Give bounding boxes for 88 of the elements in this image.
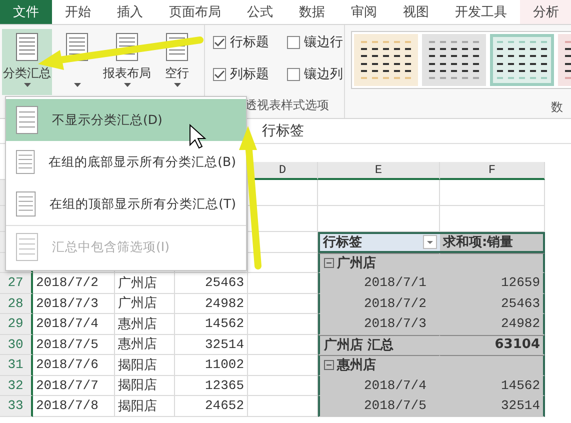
check-icon: [214, 38, 225, 46]
ribbon-tab[interactable]: 开发工具: [442, 0, 520, 24]
checkbox-option[interactable]: 镶边列: [287, 65, 347, 83]
collapse-toggle-icon[interactable]: [324, 360, 334, 370]
menu-item[interactable]: 不显示分类汇总(D): [6, 99, 246, 141]
table-cell: [248, 206, 318, 232]
ribbon-tab[interactable]: 插入: [104, 0, 156, 24]
caret-icon: [24, 83, 30, 87]
row-header[interactable]: 32: [0, 376, 33, 396]
column-header[interactable]: F: [440, 162, 545, 180]
table-cell: 12365: [175, 376, 248, 396]
pivot-header-label: 行标签: [323, 234, 362, 252]
ribbon-tab[interactable]: 审阅: [338, 0, 390, 24]
table-cell: 11002: [175, 355, 248, 376]
table-cell: 揭阳店: [115, 376, 175, 396]
caret-icon: [174, 83, 180, 87]
table-cell: [248, 180, 318, 206]
pivot-cell: 2018/7/2: [318, 294, 440, 314]
pointer-icon: [190, 124, 206, 149]
ribbon-button[interactable]: 报表布局: [102, 29, 152, 95]
caret-icon: [74, 83, 80, 87]
table-cell: 24982: [175, 294, 248, 314]
menu-item[interactable]: 在组的顶部显示所有分类汇总(T): [6, 183, 246, 225]
table-icon: [16, 106, 38, 134]
row-header[interactable]: 33: [0, 396, 33, 416]
checkbox-option[interactable]: 镶边行: [287, 33, 347, 51]
formula-bar-value: 行标签: [262, 122, 304, 140]
ribbon-tab[interactable]: 公式: [234, 0, 286, 24]
pivot-cell: 12659: [440, 273, 545, 294]
ribbon-button[interactable]: 分类汇总: [2, 29, 52, 95]
table-cell: 2018/7/7: [33, 376, 115, 396]
style-thumbnail[interactable]: [490, 34, 554, 86]
checkbox-option[interactable]: 列标题: [213, 65, 287, 83]
pivot-cell: 2018/7/4: [318, 376, 440, 396]
pivot-cell: 广州店 汇总: [318, 334, 440, 355]
table-icon: [16, 148, 35, 176]
pivot-cell: 2018/7/1: [318, 273, 440, 294]
row-header[interactable]: 27: [0, 273, 33, 294]
table-cell: 2018/7/6: [33, 355, 115, 376]
table-cell: 广州店: [115, 294, 175, 314]
table-cell: 广州店: [115, 273, 175, 294]
column-header[interactable]: E: [318, 162, 440, 180]
ribbon-tab[interactable]: 开始: [52, 0, 104, 24]
table-cell: 25463: [175, 273, 248, 294]
row-header[interactable]: 31: [0, 355, 33, 376]
table-cell: 2018/7/3: [33, 294, 115, 314]
pivot-header-cell: 求和项:销量: [440, 232, 545, 252]
pivot-cell: 2018/7/3: [318, 314, 440, 334]
row-header[interactable]: 30: [0, 334, 33, 355]
pivot-cell: 63104: [440, 334, 545, 355]
table-cell: 14562: [175, 314, 248, 334]
table-cell: 2018/7/5: [33, 334, 115, 355]
caret-icon: [124, 83, 130, 87]
ribbon-tab[interactable]: 文件: [0, 0, 52, 24]
table-cell: 揭阳店: [115, 355, 175, 376]
table-cell: 2018/7/2: [33, 273, 115, 294]
pivot-cell: 14562: [440, 376, 545, 396]
table-cell: 惠州店: [115, 334, 175, 355]
row-header[interactable]: 29: [0, 314, 33, 334]
row-header[interactable]: 28: [0, 294, 33, 314]
pivot-cell: 2018/7/5: [318, 396, 440, 416]
pivot-cell: 25463: [440, 294, 545, 314]
pivot-row-label: 广州店: [337, 254, 376, 272]
ribbon-tab[interactable]: 数据: [286, 0, 338, 24]
group-label: 数: [551, 99, 563, 116]
collapse-toggle-icon[interactable]: [324, 258, 334, 268]
pivot-row-label: 惠州店: [337, 356, 376, 374]
check-icon: [214, 70, 225, 78]
table-icon: [16, 190, 36, 218]
table-cell: 2018/7/8: [33, 396, 115, 416]
ribbon-tab[interactable]: 视图: [390, 0, 442, 24]
table-icon: [16, 233, 38, 261]
table-cell: 32514: [175, 334, 248, 355]
table-icon: [16, 33, 38, 61]
table-cell: 24652: [175, 396, 248, 416]
pivot-cell: 32514: [440, 396, 545, 416]
pivot-cell: 24982: [440, 314, 545, 334]
ribbon-tab[interactable]: 页面布局: [156, 0, 234, 24]
ribbon-button[interactable]: 空行: [152, 29, 202, 95]
filter-dropdown-icon[interactable]: [423, 235, 437, 250]
style-thumbnail[interactable]: [422, 34, 486, 86]
ribbon-tab[interactable]: 分析: [520, 0, 571, 24]
table-cell: 惠州店: [115, 314, 175, 334]
table-cell: 2018/7/4: [33, 314, 115, 334]
checkbox-option[interactable]: 行标题: [213, 33, 287, 51]
menu-item[interactable]: 在组的底部显示所有分类汇总(B): [6, 141, 246, 183]
style-thumbnail[interactable]: [354, 34, 418, 86]
table-cell: 揭阳店: [115, 396, 175, 416]
